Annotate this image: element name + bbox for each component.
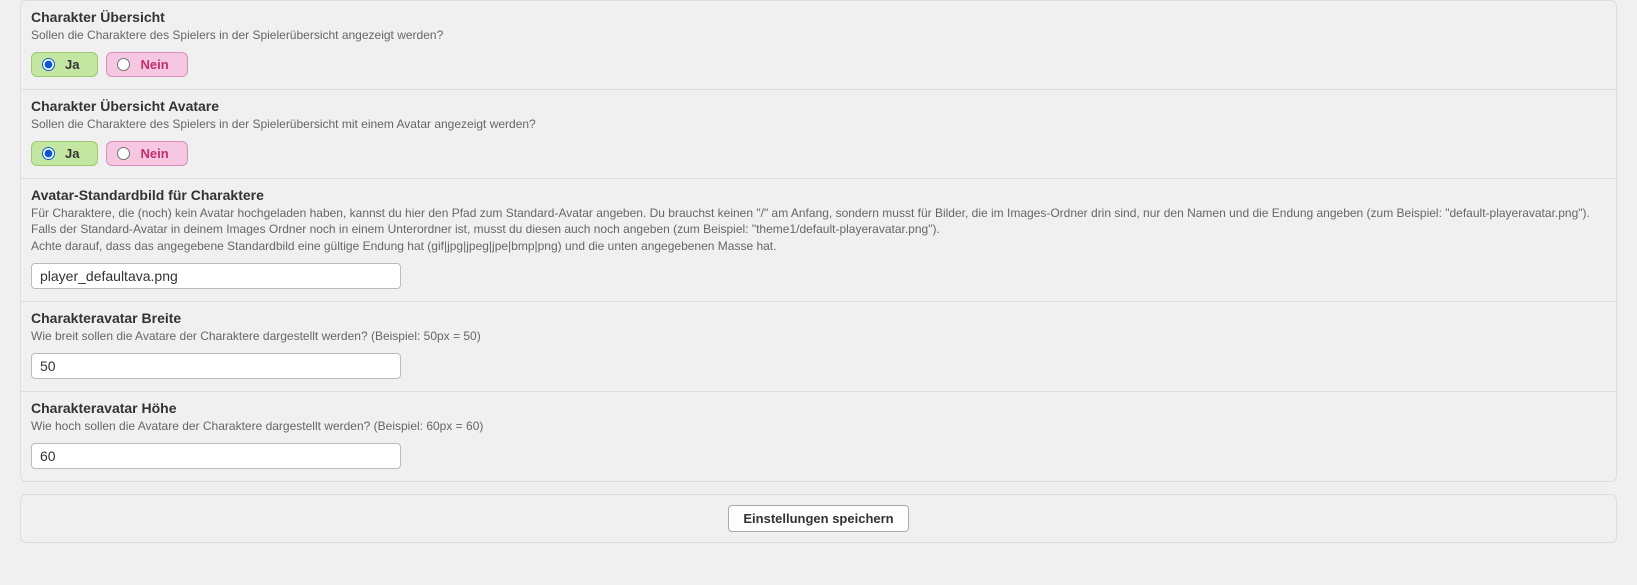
setting-description-line: Achte darauf, dass das angegebene Standa… [31, 239, 776, 253]
setting-row-avatar-width: Charakteravatar Breite Wie breit sollen … [21, 301, 1616, 391]
radio-no-label: Nein [140, 146, 168, 161]
save-bar: Einstellungen speichern [20, 494, 1617, 543]
setting-title: Charakteravatar Breite [31, 310, 1606, 326]
default-avatar-input[interactable] [31, 263, 401, 289]
radio-no-input[interactable] [117, 58, 130, 71]
radio-no[interactable]: Nein [106, 141, 187, 166]
setting-description: Für Charaktere, die (noch) kein Avatar h… [31, 205, 1606, 255]
avatar-height-input[interactable] [31, 443, 401, 469]
setting-description: Wie breit sollen die Avatare der Charakt… [31, 328, 1606, 345]
setting-row-char-overview: Charakter Übersicht Sollen die Charakter… [21, 1, 1616, 89]
setting-row-default-avatar: Avatar-Standardbild für Charaktere Für C… [21, 178, 1616, 301]
setting-title: Charakter Übersicht Avatare [31, 98, 1606, 114]
radio-yes[interactable]: Ja [31, 141, 98, 166]
radio-no[interactable]: Nein [106, 52, 187, 77]
radio-group-char-overview-avatars: Ja Nein [31, 141, 1606, 166]
save-button[interactable]: Einstellungen speichern [728, 505, 908, 532]
setting-title: Avatar-Standardbild für Charaktere [31, 187, 1606, 203]
radio-yes-input[interactable] [42, 58, 55, 71]
setting-description: Sollen die Charaktere des Spielers in de… [31, 116, 1606, 133]
radio-yes-label: Ja [65, 57, 79, 72]
settings-panel: Charakter Übersicht Sollen die Charakter… [20, 0, 1617, 482]
setting-title: Charakteravatar Höhe [31, 400, 1606, 416]
setting-description-line: Für Charaktere, die (noch) kein Avatar h… [31, 206, 1590, 237]
radio-no-input[interactable] [117, 147, 130, 160]
setting-title: Charakter Übersicht [31, 9, 1606, 25]
setting-description: Sollen die Charaktere des Spielers in de… [31, 27, 1606, 44]
setting-description: Wie hoch sollen die Avatare der Charakte… [31, 418, 1606, 435]
setting-row-avatar-height: Charakteravatar Höhe Wie hoch sollen die… [21, 391, 1616, 481]
setting-row-char-overview-avatars: Charakter Übersicht Avatare Sollen die C… [21, 89, 1616, 178]
radio-no-label: Nein [140, 57, 168, 72]
radio-yes-label: Ja [65, 146, 79, 161]
radio-yes-input[interactable] [42, 147, 55, 160]
radio-yes[interactable]: Ja [31, 52, 98, 77]
radio-group-char-overview: Ja Nein [31, 52, 1606, 77]
avatar-width-input[interactable] [31, 353, 401, 379]
